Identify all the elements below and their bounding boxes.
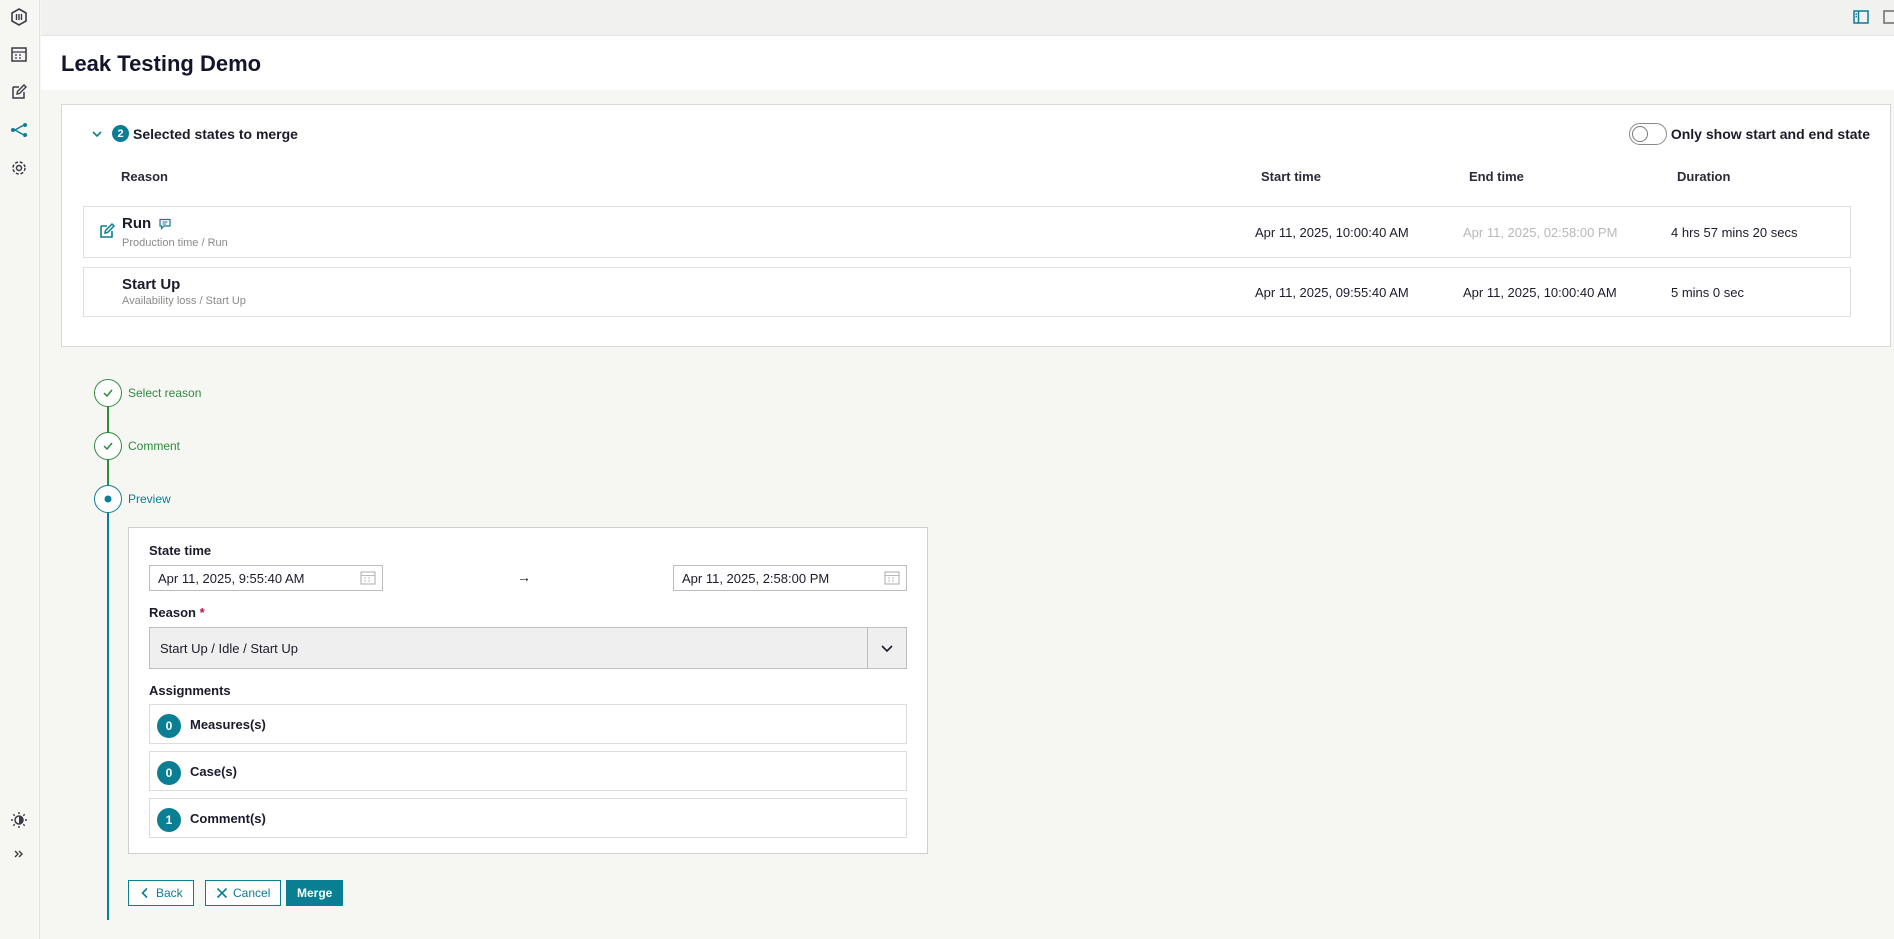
cases-label: Case(s): [190, 764, 237, 779]
step-label-comment[interactable]: Comment: [128, 439, 180, 453]
stepper-line-current: [107, 512, 109, 920]
window-icon[interactable]: [1882, 8, 1894, 26]
back-button[interactable]: Back: [128, 880, 194, 906]
row-end-time: Apr 11, 2025, 10:00:40 AM: [1463, 285, 1617, 300]
calendar-icon[interactable]: [884, 571, 900, 585]
assignment-cases[interactable]: 0 Case(s): [149, 751, 907, 791]
hexagon-logo-icon[interactable]: [8, 6, 30, 28]
end-date-input[interactable]: Apr 11, 2025, 2:58:00 PM: [673, 565, 907, 591]
toggle-knob: [1631, 126, 1648, 142]
back-button-label: Back: [156, 886, 183, 900]
cancel-button-label: Cancel: [233, 886, 271, 900]
step-done-icon[interactable]: [94, 379, 122, 407]
column-header-duration[interactable]: Duration: [1677, 169, 1730, 184]
row-reason-name: Run: [122, 215, 171, 232]
start-end-toggle[interactable]: [1628, 123, 1667, 145]
row-reason-category: Availability loss / Start Up: [122, 295, 246, 307]
row-start-time: Apr 11, 2025, 09:55:40 AM: [1255, 285, 1409, 300]
column-header-reason[interactable]: Reason: [121, 169, 168, 184]
merge-button[interactable]: Merge: [286, 880, 344, 906]
reason-select[interactable]: Start Up / Idle / Start Up: [149, 627, 907, 669]
comment-icon[interactable]: [159, 218, 171, 230]
measures-count-badge: 0: [157, 714, 181, 738]
start-end-toggle-group: Only show start and end state: [1628, 123, 1870, 145]
reason-label-text: Reason: [149, 605, 196, 620]
reason-select-value: Start Up / Idle / Start Up: [160, 641, 298, 656]
edit-icon[interactable]: [98, 222, 116, 240]
cancel-button[interactable]: Cancel: [205, 880, 282, 906]
row-reason-category: Production time / Run: [122, 237, 228, 249]
reason-select-toggle[interactable]: [867, 628, 906, 668]
merge-states-panel: 2 Selected states to merge Only show sta…: [61, 104, 1891, 347]
merge-icon[interactable]: [8, 119, 30, 141]
row-start-time: Apr 11, 2025, 10:00:40 AM: [1255, 225, 1409, 240]
preview-card: State time Apr 11, 2025, 9:55:40 AM → Ap…: [128, 527, 928, 854]
step-label-preview: Preview: [128, 492, 171, 506]
column-header-start-time[interactable]: Start time: [1261, 169, 1321, 184]
start-date-input[interactable]: Apr 11, 2025, 9:55:40 AM: [149, 565, 383, 591]
close-icon: [216, 887, 228, 899]
table-row[interactable]: Run Production time / Run Apr 11, 2025, …: [83, 206, 1851, 258]
gear-icon[interactable]: [8, 157, 30, 179]
step-label-select-reason[interactable]: Select reason: [128, 386, 201, 400]
calendar-icon[interactable]: [360, 571, 376, 585]
toggle-label: Only show start and end state: [1670, 126, 1870, 142]
panel-header[interactable]: 2 Selected states to merge: [90, 125, 298, 142]
sidebar: [0, 0, 40, 939]
row-reason-name: Start Up: [122, 276, 181, 293]
top-bar: [41, 0, 1894, 36]
calendar-icon[interactable]: [8, 43, 30, 65]
column-header-end-time[interactable]: End time: [1469, 169, 1524, 184]
count-badge: 2: [112, 125, 129, 142]
assignment-comments[interactable]: 1 Comment(s): [149, 798, 907, 838]
assignment-measures[interactable]: 0 Measures(s): [149, 704, 907, 744]
panel-title: Selected states to merge: [133, 125, 298, 142]
comments-label: Comment(s): [190, 811, 266, 826]
page-title: Leak Testing Demo: [61, 51, 262, 76]
edit-icon[interactable]: [8, 81, 30, 103]
start-date-value: Apr 11, 2025, 9:55:40 AM: [158, 571, 305, 586]
page-header: Leak Testing Demo: [41, 36, 1894, 90]
assignments-label: Assignments: [149, 683, 231, 698]
chevron-left-icon: [141, 887, 148, 899]
reason-label: Reason *: [149, 605, 205, 620]
comments-count-badge: 1: [157, 808, 181, 832]
chevron-down-icon[interactable]: [90, 127, 104, 141]
step-current-icon: [94, 485, 122, 513]
row-duration: 4 hrs 57 mins 20 secs: [1671, 225, 1798, 240]
end-date-value: Apr 11, 2025, 2:58:00 PM: [682, 571, 830, 586]
chevron-down-icon: [881, 645, 893, 653]
row-duration: 5 mins 0 sec: [1671, 285, 1744, 300]
cases-count-badge: 0: [157, 761, 181, 785]
state-time-label: State time: [149, 543, 212, 558]
required-mark: *: [199, 605, 205, 620]
reason-name-text: Run: [122, 215, 152, 232]
double-chevron-right-icon[interactable]: [8, 843, 30, 865]
measures-label: Measures(s): [190, 717, 266, 732]
sun-icon[interactable]: [8, 809, 30, 831]
arrow-right-icon: →: [517, 569, 531, 585]
row-end-time: Apr 11, 2025, 02:58:00 PM: [1463, 225, 1618, 240]
panel-layout-icon[interactable]: [1852, 8, 1870, 26]
step-done-icon[interactable]: [94, 432, 122, 460]
table-row[interactable]: Start Up Availability loss / Start Up Ap…: [83, 267, 1851, 317]
